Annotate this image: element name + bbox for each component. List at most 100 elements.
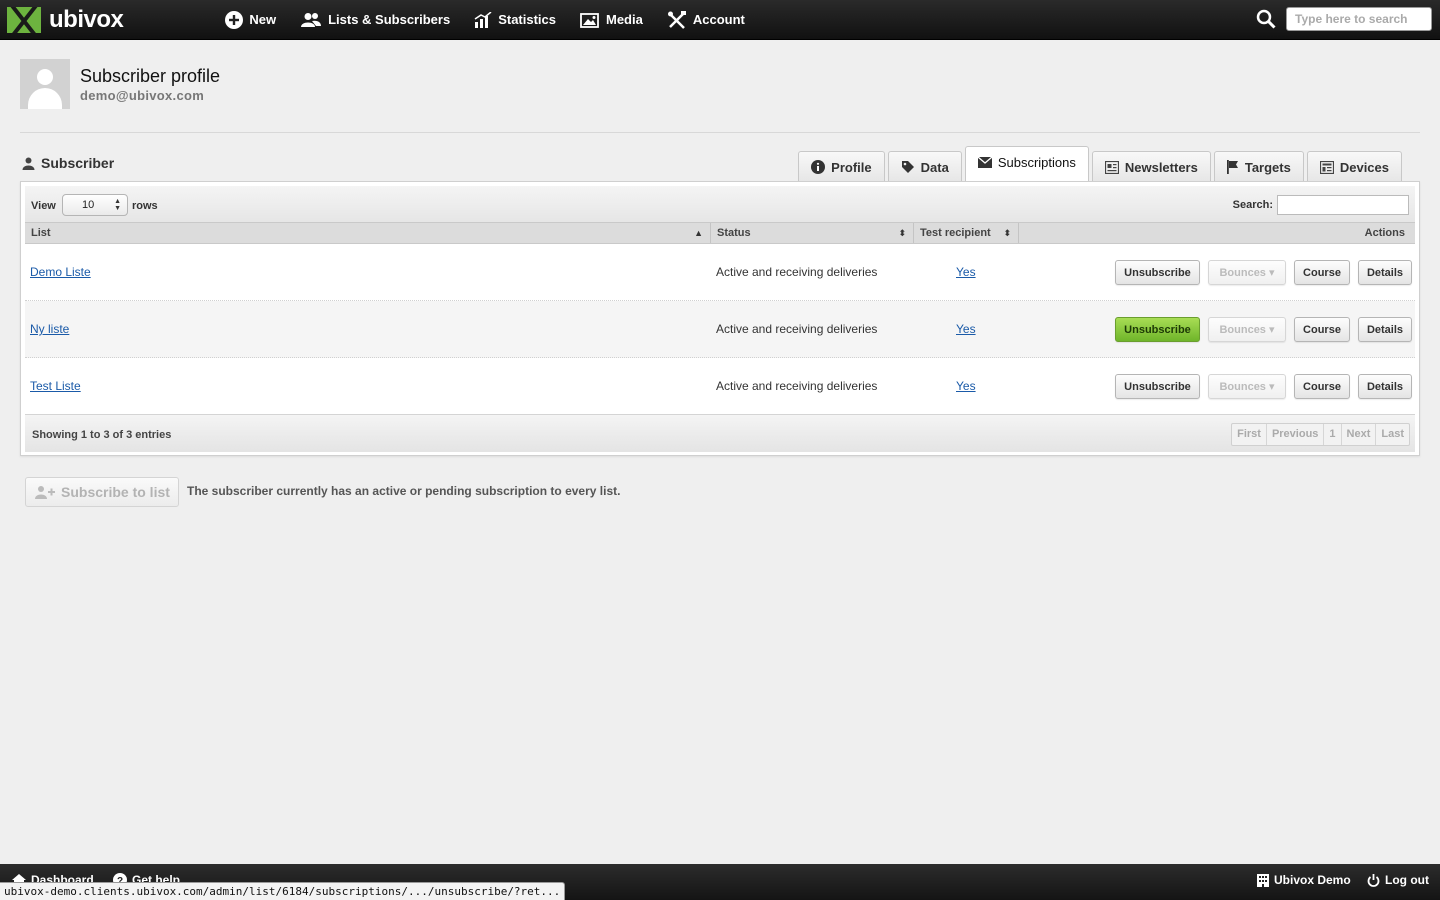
- tab-newsletters-label: Newsletters: [1124, 159, 1198, 175]
- pager-next[interactable]: Next: [1342, 424, 1377, 445]
- test-recipient-link[interactable]: Yes: [956, 322, 976, 336]
- sort-both-icon: ⬍: [1003, 228, 1011, 238]
- info-icon: [811, 160, 826, 174]
- unsubscribe-button[interactable]: Unsubscribe: [1115, 260, 1200, 285]
- chart-icon: [474, 11, 492, 28]
- account-switcher[interactable]: Ubivox Demo: [1257, 873, 1351, 887]
- main-nav: New Lists & Subscribers Statistics Media…: [225, 10, 769, 29]
- column-header-list[interactable]: List ▲: [25, 223, 711, 243]
- column-header-status[interactable]: Status ⬍: [711, 223, 914, 243]
- list-link[interactable]: Test Liste: [30, 379, 81, 393]
- account-name-label: Ubivox Demo: [1274, 873, 1351, 887]
- browser-status-url: ubivox-demo.clients.ubivox.com/admin/lis…: [0, 882, 566, 900]
- header-divider: [20, 132, 1420, 133]
- table-controls: View 10 ▲ ▼ rows Search:: [25, 186, 1415, 222]
- tab-newsletters[interactable]: Newsletters: [1091, 151, 1211, 182]
- subscribe-to-list-button[interactable]: Subscribe to list: [25, 477, 179, 507]
- list-link[interactable]: Demo Liste: [30, 265, 91, 279]
- logo[interactable]: ubivox: [7, 5, 124, 34]
- nav-new-label: New: [249, 12, 277, 27]
- table-row: Test Liste Active and receiving deliveri…: [25, 358, 1415, 415]
- subscriber-email: demo@ubivox.com: [80, 88, 205, 103]
- bounces-label: Bounces: [1219, 266, 1266, 279]
- table-search-label: Search:: [1232, 199, 1273, 211]
- column-header-test-recipient[interactable]: Test recipient ⬍: [914, 223, 1019, 243]
- pager-last[interactable]: Last: [1376, 424, 1409, 445]
- profile-tabs: Profile Data Subscriptions Newsletters T…: [795, 146, 1402, 182]
- tab-targets-label: Targets: [1244, 159, 1291, 175]
- details-button[interactable]: Details: [1358, 374, 1412, 399]
- tag-icon: [901, 161, 914, 173]
- table-row: Ny liste Active and receiving deliveries…: [25, 301, 1415, 358]
- nav-new[interactable]: New: [225, 10, 277, 29]
- tab-data[interactable]: Data: [887, 151, 962, 182]
- bounces-dropdown-button[interactable]: Bounces ▾: [1208, 260, 1286, 285]
- avatar-body-shape: [28, 88, 62, 109]
- section-label-text: Subscriber: [41, 155, 115, 171]
- course-button[interactable]: Course: [1294, 260, 1350, 285]
- sort-both-icon: ⬍: [898, 228, 906, 238]
- status-text: Active and receiving deliveries: [716, 322, 878, 336]
- pagination: First Previous 1 Next Last: [1231, 423, 1410, 446]
- tab-devices[interactable]: Devices: [1306, 151, 1402, 182]
- nav-account[interactable]: Account: [667, 10, 745, 29]
- top-navigation-bar: ubivox New Lists & Subscribers Statistic…: [0, 0, 1440, 40]
- newspaper-icon: [1104, 160, 1119, 174]
- details-button[interactable]: Details: [1358, 260, 1412, 285]
- unsubscribe-button[interactable]: Unsubscribe: [1115, 317, 1200, 342]
- avatar: [20, 59, 70, 109]
- column-header-test-label: Test recipient: [920, 227, 991, 239]
- table-search-input[interactable]: [1277, 195, 1409, 215]
- select-arrows-icon: ▲ ▼: [114, 198, 121, 212]
- dropdown-caret-icon: ▾: [1269, 267, 1275, 279]
- nav-lists-subscribers[interactable]: Lists & Subscribers: [300, 11, 450, 29]
- pager-first[interactable]: First: [1232, 424, 1267, 445]
- building-icon: [1257, 873, 1269, 887]
- search-icon[interactable]: [1256, 9, 1276, 29]
- column-header-status-label: Status: [717, 227, 751, 239]
- nav-lists-label: Lists & Subscribers: [328, 12, 451, 27]
- plus-circle-icon: [225, 10, 244, 29]
- course-button[interactable]: Course: [1294, 317, 1350, 342]
- course-button[interactable]: Course: [1294, 374, 1350, 399]
- rows-per-page-select[interactable]: 10 ▲ ▼: [62, 194, 128, 216]
- tab-data-label: Data: [920, 159, 949, 175]
- tab-subscriptions[interactable]: Subscriptions: [964, 146, 1089, 182]
- list-link[interactable]: Ny liste: [30, 322, 69, 336]
- logout-link[interactable]: Log out: [1367, 873, 1429, 887]
- bounces-dropdown-button[interactable]: Bounces ▾: [1208, 317, 1286, 342]
- flag-icon: [1226, 160, 1238, 174]
- tab-targets[interactable]: Targets: [1213, 151, 1304, 182]
- power-icon: [1367, 873, 1380, 887]
- tab-profile[interactable]: Profile: [798, 151, 885, 182]
- subscribe-to-list-label: Subscribe to list: [61, 484, 170, 500]
- devices-icon: [1319, 160, 1334, 174]
- unsubscribe-button[interactable]: Unsubscribe: [1115, 374, 1200, 399]
- pager-previous[interactable]: Previous: [1267, 424, 1325, 445]
- rows-label: rows: [132, 200, 158, 212]
- sort-asc-icon: ▲: [694, 228, 703, 238]
- global-search-input[interactable]: [1286, 7, 1432, 31]
- entries-info: Showing 1 to 3 of 3 entries: [32, 429, 172, 441]
- tab-devices-label: Devices: [1339, 159, 1389, 175]
- section-label: Subscriber: [22, 155, 114, 171]
- details-button[interactable]: Details: [1358, 317, 1412, 342]
- pager-page-1[interactable]: 1: [1324, 424, 1342, 445]
- bounces-dropdown-button[interactable]: Bounces ▾: [1208, 374, 1286, 399]
- page-title: Subscriber profile: [80, 66, 221, 86]
- test-recipient-link[interactable]: Yes: [956, 265, 976, 279]
- view-label: View: [31, 200, 56, 212]
- logo-text: ubivox: [49, 5, 124, 33]
- users-icon: [301, 12, 322, 27]
- test-recipient-link[interactable]: Yes: [956, 379, 976, 393]
- rows-per-page-value: 10: [82, 199, 95, 211]
- logout-label: Log out: [1385, 873, 1429, 887]
- user-icon: [22, 157, 35, 170]
- bounces-label: Bounces: [1219, 323, 1266, 336]
- nav-media[interactable]: Media: [580, 11, 643, 29]
- subscribe-note: The subscriber currently has an active o…: [187, 484, 621, 498]
- bounces-label: Bounces: [1219, 380, 1266, 393]
- nav-statistics[interactable]: Statistics: [474, 11, 556, 29]
- table-header: List ▲ Status ⬍ Test recipient ⬍ Actions: [25, 222, 1415, 244]
- status-text: Active and receiving deliveries: [716, 379, 878, 393]
